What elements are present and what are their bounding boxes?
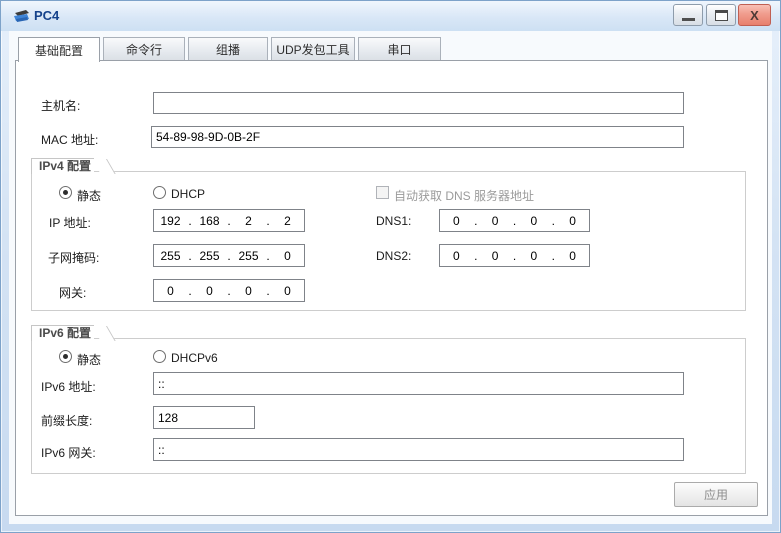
minimize-icon — [681, 17, 695, 21]
ipv4-static-radio[interactable] — [59, 186, 72, 199]
ipv6-address-input[interactable] — [153, 372, 684, 395]
ipv6-dhcpv6-radio[interactable] — [153, 350, 166, 363]
tab-command-line[interactable]: 命令行 — [103, 37, 185, 60]
ipv6-static-radio[interactable] — [59, 350, 72, 363]
close-icon: X — [750, 7, 759, 23]
gateway-input[interactable]: 0.0.0.0 — [153, 279, 305, 302]
pc-icon — [14, 10, 29, 22]
ip-address-input[interactable]: 192. 168. 2. 2 — [153, 209, 305, 232]
prefix-length-label: 前缀长度: — [41, 414, 93, 428]
ipv4-static-label: 静态 — [77, 189, 102, 203]
hostname-input[interactable] — [153, 92, 684, 114]
subnet-mask-label: 子网掩码: — [48, 251, 100, 265]
ipv6-gateway-label: IPv6 网关: — [41, 446, 96, 460]
ip-address-label: IP 地址: — [49, 216, 91, 230]
tab-serial[interactable]: 串口 — [358, 37, 441, 60]
ipv6-group-label: IPv6 配置 — [31, 325, 95, 341]
prefix-length-input[interactable] — [153, 406, 255, 429]
hostname-label: 主机名: — [41, 99, 81, 113]
auto-dns-checkbox[interactable] — [376, 186, 389, 199]
gateway-label: 网关: — [59, 286, 87, 300]
dns2-label: DNS2: — [376, 249, 412, 263]
ipv4-dhcp-label: DHCP — [171, 187, 206, 201]
mac-label: MAC 地址: — [41, 133, 99, 147]
maximize-button[interactable] — [706, 4, 736, 26]
window-title: PC4 — [34, 8, 60, 23]
titlebar[interactable]: PC4 X — [1, 1, 780, 31]
dns1-label: DNS1: — [376, 214, 412, 228]
dns2-input[interactable]: 0.0.0.0 — [439, 244, 590, 267]
ipv6-gateway-input[interactable] — [153, 438, 684, 461]
pc-config-window: PC4 X 基础配置 命令行 组播 UDP发包工具 串口 主机名: MAC 地址… — [0, 0, 781, 533]
ipv4-dhcp-radio[interactable] — [153, 186, 166, 199]
ipv6-address-label: IPv6 地址: — [41, 380, 96, 394]
apply-button[interactable]: 应用 — [674, 482, 758, 507]
dns1-input[interactable]: 0.0.0.0 — [439, 209, 590, 232]
tab-udp-tool[interactable]: UDP发包工具 — [271, 37, 355, 60]
tab-multicast[interactable]: 组播 — [188, 37, 268, 60]
mac-input[interactable] — [151, 126, 684, 148]
ipv4-group-label: IPv4 配置 — [31, 158, 95, 174]
tab-bar: 基础配置 命令行 组播 UDP发包工具 串口 — [18, 37, 444, 62]
auto-dns-label: 自动获取 DNS 服务器地址 — [394, 189, 535, 203]
maximize-icon — [714, 9, 728, 21]
minimize-button[interactable] — [673, 4, 703, 26]
tab-basic-config[interactable]: 基础配置 — [18, 37, 100, 62]
close-button[interactable]: X — [738, 4, 771, 26]
ipv6-dhcpv6-label: DHCPv6 — [171, 351, 218, 365]
subnet-mask-input[interactable]: 255. 255. 255. 0 — [153, 244, 305, 267]
ipv6-static-label: 静态 — [77, 353, 102, 367]
